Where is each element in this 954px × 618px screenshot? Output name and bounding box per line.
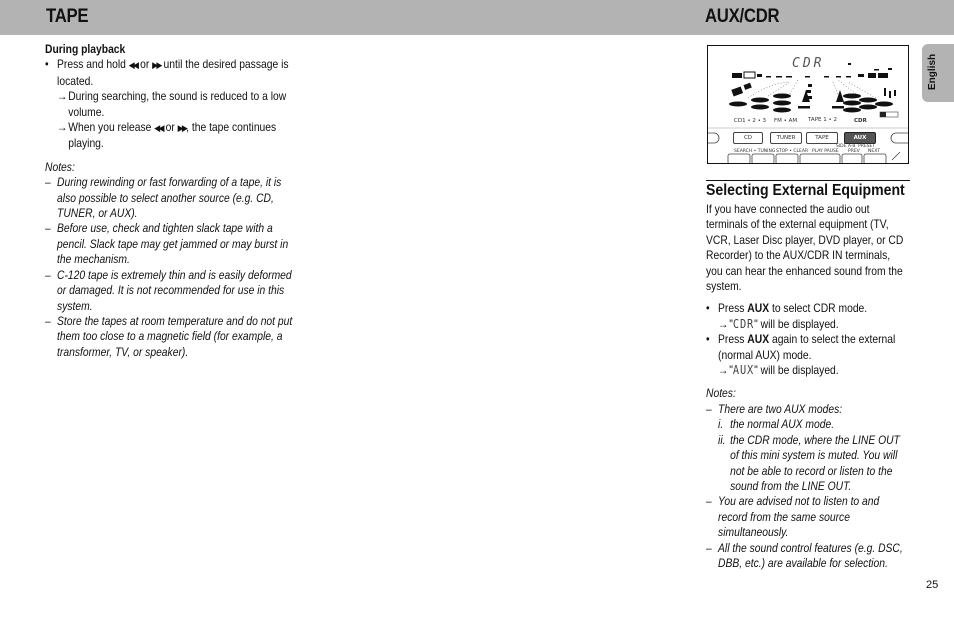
arrow-item-cdr-displayed: → "CDR" will be displayed. [718,316,839,331]
lcd-text-aux: AUX [732,363,755,378]
note-item: – Store the tapes at room temperature and… [45,313,293,359]
fast-forward-icon: ▶▶ [177,123,188,134]
bullet-press-and-hold: Press and hold ◀◀ or ▶▶ until the desire… [45,57,303,89]
bullet-press-aux-again: Press AUX again to select the external (… [706,332,909,363]
intro-paragraph: If you have connected the audio out term… [706,202,904,294]
source-label-tuner: FM • AM [774,118,798,124]
note-subitem: i. the normal AUX mode. [718,417,835,432]
tape-section: During playback Press and hold ◀◀ or ▶▶ … [45,42,305,360]
arrow-icon: → [57,89,68,104]
notes-label: Notes: [45,159,75,174]
source-label-tape: TAPE 1 • 2 [808,117,837,123]
header-bar: TAPE AUX/CDR [0,0,954,35]
tuner-button[interactable]: TUNER [770,132,802,144]
label-play-pause: PLAY PAUSE [812,149,839,154]
page-title-aux-cdr: AUX/CDR [705,6,780,27]
cd-button[interactable]: CD [733,132,763,144]
rewind-icon: ◀◀ [128,60,139,71]
note-item: – All the sound control features (e.g. DS… [706,540,903,570]
arrow-icon: → [57,120,68,135]
section-title-selecting-external-equipment: Selecting External Equipment [706,180,910,200]
aux-key: AUX [747,332,770,347]
lcd-text-cdr: CDR [732,316,755,331]
lcd-source-text: CDR [792,56,825,71]
arrow-item-searching: → During searching, the sound is reduced… [57,89,287,119]
page-title-tape: TAPE [46,6,89,27]
notes-label: Notes: [706,386,736,401]
arrow-icon: → [718,316,729,331]
label-next: NEXT [868,149,880,154]
arrow-icon: → [718,363,729,378]
note-item: – You are advised not to listen to and re… [706,494,880,540]
note-item: – There are two AUX modes: [706,401,843,416]
language-label: English [927,53,938,90]
label-prev: PREV [848,149,860,154]
source-label-cd: CD1 • 2 • 3 [734,118,767,124]
note-item: – During rewinding or fast forwarding of … [45,175,282,221]
label-stop-clear: STOP • CLEAR [776,149,809,154]
page-number: 25 [926,579,939,591]
device-front-panel-illustration: CDR CD1 • 2 • 3 FM • AM TAPE 1 • 2 CDR C… [707,45,909,164]
aux-cdr-section: If you have connected the audio out term… [706,202,946,571]
rewind-icon: ◀◀ [154,123,164,134]
note-subitem: ii. the CDR mode, where the LINE OUT of t… [718,432,900,493]
tape-button[interactable]: TAPE [806,132,838,144]
bullet-press-aux-cdr: Press AUX to select CDR mode. [706,301,909,317]
aux-key: AUX [747,301,770,316]
note-item: – C-120 tape is extremely thin and is eas… [45,267,292,313]
arrow-item-release: → When you release ◀◀ or ▶▶, the tape co… [57,120,277,151]
arrow-item-aux-displayed: → "AUX" will be displayed. [718,363,839,378]
aux-button[interactable]: AUX [844,132,876,144]
label-search-tuning: SEARCH • TUNING [734,149,776,154]
source-label-cdr: CDR [854,118,867,124]
language-tab: English [922,44,954,102]
subheading-during-playback: During playback [45,42,126,56]
note-item: – Before use, check and tighten slack tap… [45,221,289,267]
